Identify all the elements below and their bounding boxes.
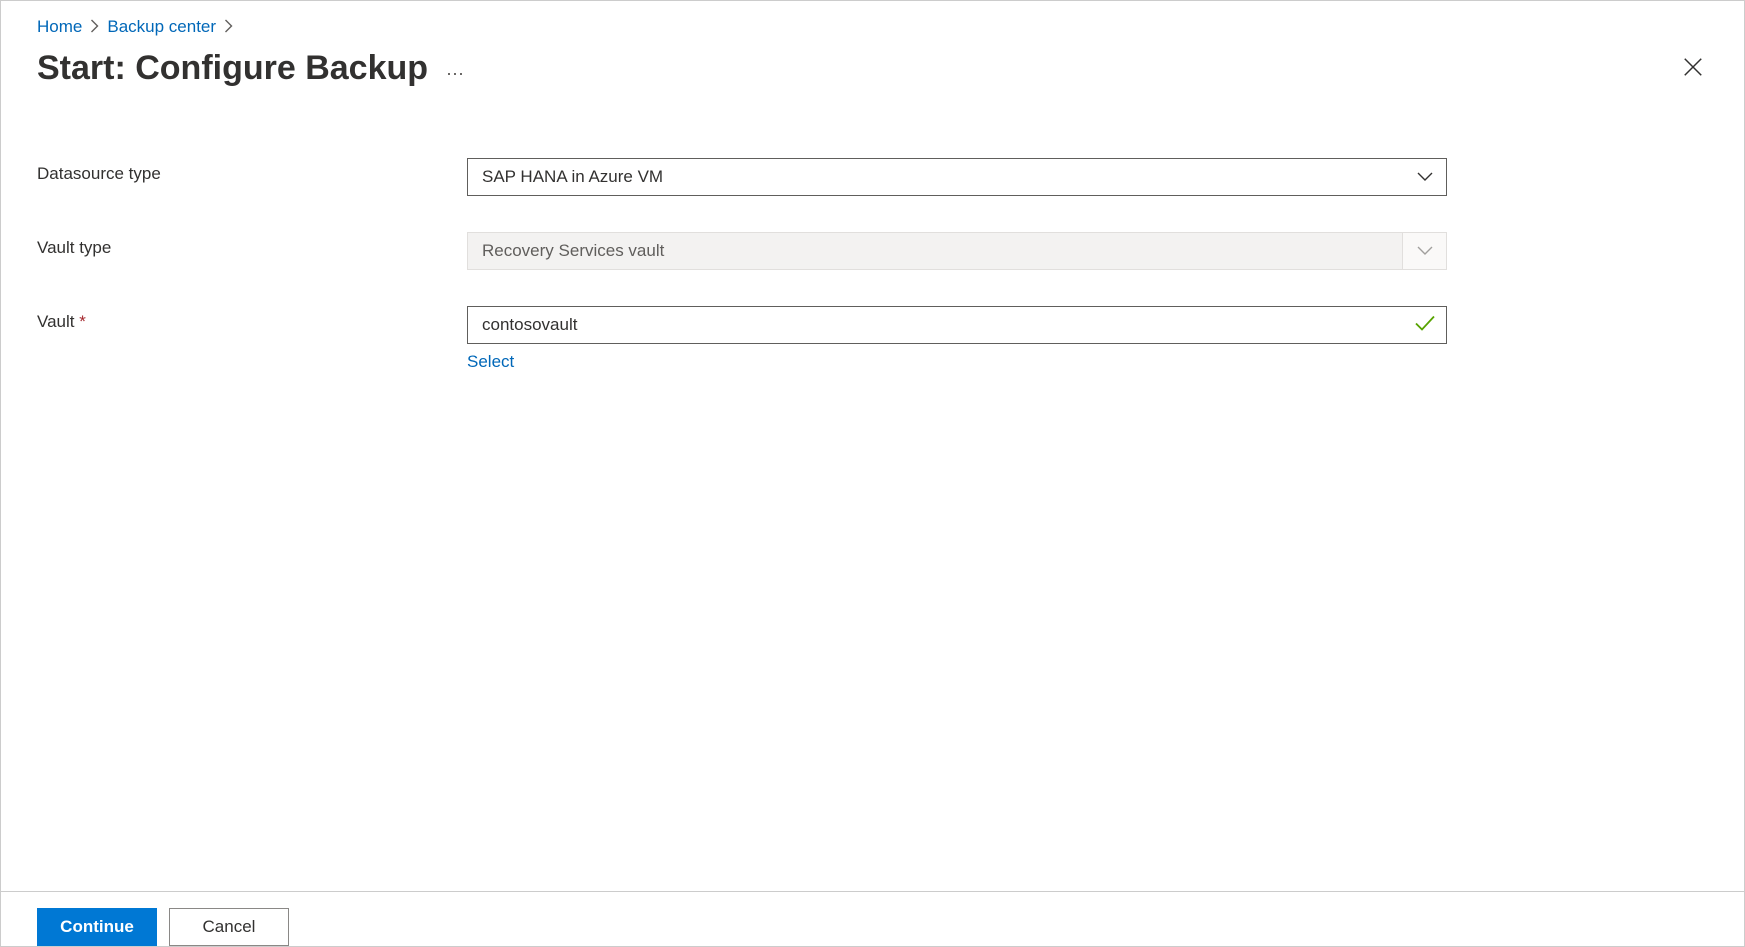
more-actions-button[interactable]: ⋯ xyxy=(446,65,465,83)
vault-type-label: Vault type xyxy=(37,232,467,258)
vault-type-value xyxy=(467,232,1447,270)
vault-type-select xyxy=(467,232,1447,270)
continue-button[interactable]: Continue xyxy=(37,908,157,946)
required-indicator: * xyxy=(79,312,86,331)
footer-actions: Continue Cancel xyxy=(1,891,1744,946)
vault-label: Vault * xyxy=(37,306,467,332)
chevron-right-icon xyxy=(90,19,99,36)
vault-input[interactable] xyxy=(467,306,1447,344)
datasource-type-value[interactable] xyxy=(467,158,1447,196)
breadcrumb: Home Backup center xyxy=(37,17,1708,37)
datasource-type-label: Datasource type xyxy=(37,158,467,184)
page-title: Start: Configure Backup xyxy=(37,49,428,88)
vault-input-wrap[interactable] xyxy=(467,306,1447,344)
cancel-button[interactable]: Cancel xyxy=(169,908,289,946)
breadcrumb-home[interactable]: Home xyxy=(37,17,82,37)
vault-select-link[interactable]: Select xyxy=(467,352,514,372)
close-icon xyxy=(1682,66,1704,81)
breadcrumb-backup-center[interactable]: Backup center xyxy=(107,17,216,37)
datasource-type-select[interactable] xyxy=(467,158,1447,196)
close-button[interactable] xyxy=(1678,52,1708,85)
chevron-right-icon xyxy=(224,19,233,36)
